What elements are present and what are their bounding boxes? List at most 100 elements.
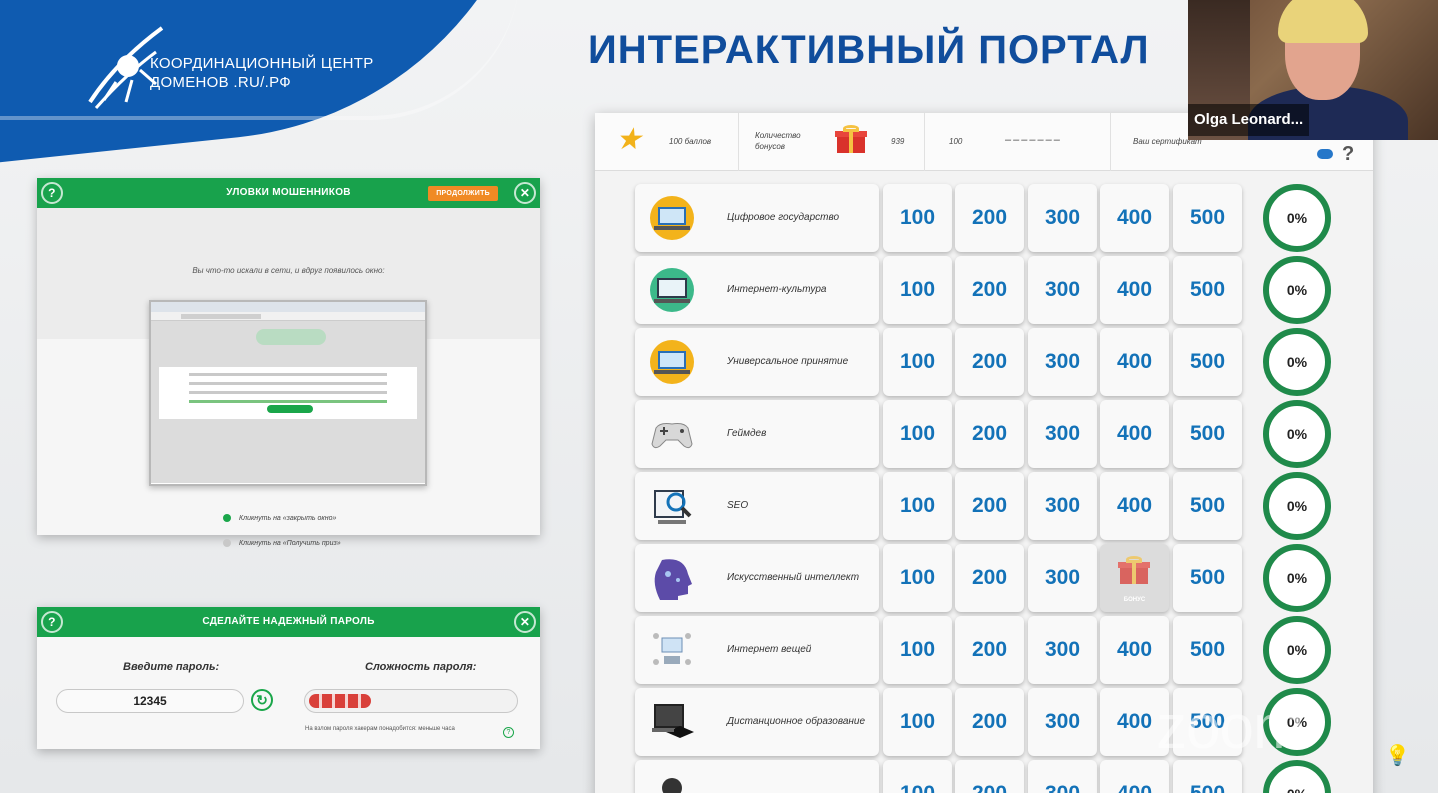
graduation-icon	[648, 698, 696, 746]
category-row: Интернет вещей 100 200 300 400 500 0%	[635, 616, 1335, 684]
category-name: Универсальное принятие	[727, 356, 849, 367]
category-card[interactable]: Интернет вещей	[635, 616, 879, 684]
score-value: 100	[949, 137, 963, 146]
score-tile-200[interactable]: 200	[955, 472, 1024, 540]
score-tile-300[interactable]: 300	[1028, 472, 1097, 540]
scam-panel-body: Вы что-то искали в сети, и вдруг появило…	[37, 208, 540, 547]
score-tile-200[interactable]: 200	[955, 328, 1024, 396]
monitor-icon	[648, 266, 696, 314]
score-tile-500[interactable]: 500	[1173, 472, 1242, 540]
score-tile-400[interactable]: 400	[1100, 472, 1169, 540]
score-tile-300[interactable]: 300	[1028, 256, 1097, 324]
category-row: Интернет-культура 100 200 300 400 500 0%	[635, 256, 1335, 324]
page-title: ИНТЕРАКТИВНЫЙ ПОРТАЛ	[588, 28, 1150, 72]
score-tile-300[interactable]: 300	[1028, 544, 1097, 612]
help-icon[interactable]: ?	[1342, 143, 1354, 166]
fake-browser-window	[149, 300, 427, 486]
gift-icon	[1117, 556, 1151, 584]
crack-time-hint: На взлом пароля хакерам понадобится: мен…	[305, 726, 455, 732]
score-tile-300[interactable]: 300	[1028, 688, 1097, 756]
participant-hair	[1278, 0, 1368, 43]
score-tile-100[interactable]: 100	[883, 400, 952, 468]
score-tile-200[interactable]: 200	[955, 256, 1024, 324]
password-panel-body: Введите пароль: Сложность пароля: 12345 …	[37, 607, 540, 749]
score-tile-200[interactable]: 200	[955, 544, 1024, 612]
password-strength-label: Сложность пароля:	[365, 661, 477, 673]
progress-ring: 0%	[1263, 184, 1331, 252]
score-tile-400[interactable]: 400	[1100, 184, 1169, 252]
category-card[interactable]	[635, 760, 879, 793]
logo-text: КООРДИНАЦИОННЫЙ ЦЕНТР ДОМЕНОВ .RU/.РФ	[150, 54, 374, 92]
score-tile-500[interactable]: 500	[1173, 616, 1242, 684]
score-tile-300[interactable]: 300	[1028, 760, 1097, 793]
radio-dot	[223, 514, 231, 522]
score-tile-300[interactable]: 300	[1028, 184, 1097, 252]
score-tile-200[interactable]: 200	[955, 688, 1024, 756]
score-tile-400[interactable]: 400	[1100, 256, 1169, 324]
score-tile-100[interactable]: 100	[883, 760, 952, 793]
toggle-switch[interactable]	[1317, 149, 1333, 159]
score-tile-100[interactable]: 100	[883, 544, 952, 612]
laptop-icon	[648, 194, 696, 242]
ai-head-icon	[648, 554, 696, 602]
category-row: 100200300400500 0%	[635, 760, 1335, 793]
score-tile-400[interactable]: 400	[1100, 760, 1169, 793]
bonus-cell: Количество бонусов 939	[739, 113, 925, 171]
bonus-tile[interactable]: БОНУС	[1100, 544, 1169, 612]
score-tile-300[interactable]: 300	[1028, 400, 1097, 468]
score-tile-500[interactable]: 500	[1173, 328, 1242, 396]
score-tile-400[interactable]: 400	[1100, 328, 1169, 396]
score-tile-200[interactable]: 200	[955, 760, 1024, 793]
category-card[interactable]: Геймдев	[635, 400, 879, 468]
score-tile-100[interactable]: 100	[883, 256, 952, 324]
help-icon[interactable]: ?	[503, 727, 514, 738]
score-tile-300[interactable]: 300	[1028, 616, 1097, 684]
option-close-window[interactable]: Кликнуть на «закрыть окно»	[223, 514, 336, 522]
score-tile-500[interactable]: 500	[1173, 184, 1242, 252]
refresh-icon[interactable]: ↻	[251, 689, 273, 711]
score-tile-400[interactable]: 400	[1100, 400, 1169, 468]
password-input-label: Введите пароль:	[123, 661, 220, 673]
score-tile-500[interactable]: 500	[1173, 544, 1242, 612]
score-tile-100[interactable]: 100	[883, 472, 952, 540]
webcam-tile[interactable]: Olga Leonard...	[1188, 0, 1438, 140]
score-tile-500[interactable]: 500	[1173, 256, 1242, 324]
close-icon[interactable]: ✕	[514, 182, 536, 204]
score-tile-300[interactable]: 300	[1028, 328, 1097, 396]
category-card[interactable]: Искусственный интеллект	[635, 544, 879, 612]
category-name: Интернет-культура	[727, 284, 827, 295]
help-icon[interactable]: ?	[41, 182, 63, 204]
scam-panel: ? УЛОВКИ МОШЕННИКОВ ПРОДОЛЖИТЬ ✕ Вы что-…	[37, 178, 540, 547]
score-tile-400[interactable]: 400	[1100, 616, 1169, 684]
gamepad-icon	[648, 410, 696, 458]
iot-icon	[648, 626, 696, 674]
category-name	[727, 760, 875, 793]
scam-panel-header: ? УЛОВКИ МОШЕННИКОВ ПРОДОЛЖИТЬ ✕	[37, 178, 540, 208]
category-card[interactable]: Дистанционное образование	[635, 688, 879, 756]
bonus-label: БОНУС	[1123, 597, 1146, 603]
score-tile-200[interactable]: 200	[955, 616, 1024, 684]
magnifier-icon	[648, 482, 696, 530]
category-card[interactable]: Интернет-культура	[635, 256, 879, 324]
option-get-prize[interactable]: Кликнуть на «Получить приз»	[223, 539, 341, 547]
score-cell: 100 –––––––	[925, 113, 1111, 171]
category-card[interactable]: SEO	[635, 472, 879, 540]
participant-name: Olga Leonard...	[1188, 104, 1310, 136]
bank-logo	[256, 329, 326, 345]
password-input[interactable]: 12345	[56, 689, 244, 713]
continue-button[interactable]: ПРОДОЛЖИТЬ	[428, 186, 498, 201]
browser-address-bar	[151, 312, 425, 321]
score-tile-500[interactable]: 500	[1173, 400, 1242, 468]
score-tile-100[interactable]: 100	[883, 184, 952, 252]
category-card[interactable]: Универсальное принятие	[635, 328, 879, 396]
score-tile-200[interactable]: 200	[955, 184, 1024, 252]
category-name: Цифровое государство	[727, 212, 840, 223]
category-card[interactable]: Цифровое государство	[635, 184, 879, 252]
score-tile-500[interactable]: 500	[1173, 760, 1242, 793]
score-tile-100[interactable]: 100	[883, 616, 952, 684]
lightbulb-icon[interactable]: 💡	[1385, 743, 1410, 769]
score-tile-200[interactable]: 200	[955, 400, 1024, 468]
radio-dot	[223, 539, 231, 547]
score-tile-100[interactable]: 100	[883, 688, 952, 756]
score-tile-100[interactable]: 100	[883, 328, 952, 396]
